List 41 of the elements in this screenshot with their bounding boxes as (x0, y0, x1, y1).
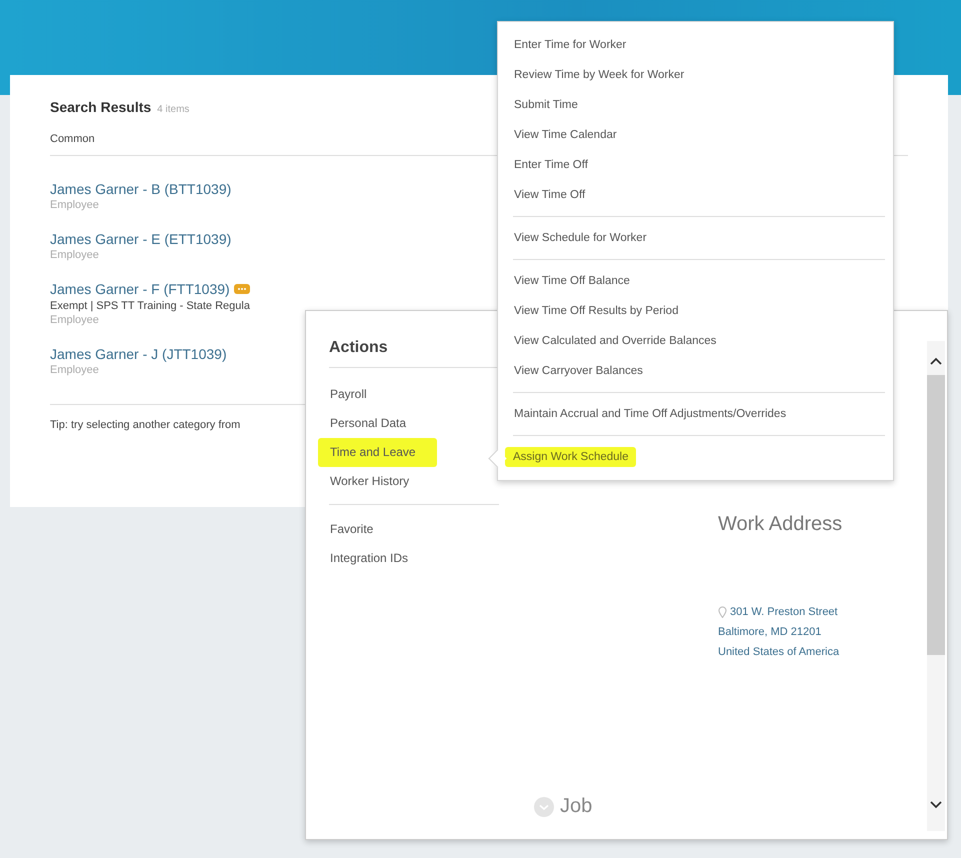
scroll-down-icon[interactable] (930, 801, 942, 809)
expand-icon[interactable] (534, 796, 554, 816)
action-category[interactable]: Worker History (329, 467, 499, 496)
location-pin-icon (718, 606, 727, 618)
menu-item[interactable]: View Time Off Results by Period (513, 302, 680, 320)
menu-item[interactable]: View Carryover Balances (513, 362, 644, 380)
action-category[interactable]: Payroll (329, 380, 499, 409)
menu-item[interactable]: Submit Time (513, 96, 579, 114)
scroll-up-icon[interactable] (930, 357, 942, 365)
action-category[interactable]: Personal Data (329, 409, 499, 438)
worker-link[interactable]: James Garner - B (BTT1039) (50, 181, 232, 197)
menu-item[interactable]: Enter Time Off (513, 156, 589, 174)
menu-item[interactable]: View Calculated and Override Balances (513, 332, 718, 350)
work-address-title: Work Address (718, 513, 842, 536)
scrollbar[interactable] (927, 341, 945, 831)
address-line[interactable]: 301 W. Preston Street (730, 602, 838, 622)
address-line[interactable]: Baltimore, MD 21201 (718, 622, 822, 642)
tip-text: Tip: try selecting another category from (50, 404, 305, 431)
menu-item[interactable]: View Schedule for Worker (513, 229, 648, 247)
action-category[interactable]: Integration IDs (329, 544, 499, 573)
result-type: Employee (50, 199, 99, 211)
job-section-title: Job (560, 795, 592, 818)
menu-item[interactable]: View Time Off (513, 186, 586, 204)
result-type: Employee (50, 364, 99, 376)
related-actions-icon[interactable] (234, 284, 250, 294)
address-line[interactable]: United States of America (718, 642, 840, 662)
worker-link[interactable]: James Garner - F (FTT1039) (50, 281, 230, 297)
menu-item[interactable]: Enter Time for Worker (513, 36, 628, 54)
worker-link[interactable]: James Garner - J (JTT1039) (50, 346, 227, 362)
menu-item[interactable]: View Time Off Balance (513, 272, 631, 290)
menu-item[interactable]: Review Time by Week for Worker (513, 66, 686, 84)
menu-item[interactable]: Assign Work Schedule (505, 447, 636, 467)
result-count: 4 items (157, 104, 190, 115)
result-type: Employee (50, 314, 99, 326)
menu-item[interactable]: Maintain Accrual and Time Off Adjustments/Overrides (513, 405, 788, 423)
result-detail: Exempt | SPS TT Training - State Regula (50, 300, 250, 312)
worker-link[interactable]: James Garner - E (ETT1039) (50, 231, 232, 247)
action-category[interactable]: Time and Leave (318, 438, 437, 467)
result-type: Employee (50, 249, 99, 261)
action-category[interactable]: Favorite (329, 515, 499, 544)
search-results-title: Search Results (50, 99, 152, 115)
